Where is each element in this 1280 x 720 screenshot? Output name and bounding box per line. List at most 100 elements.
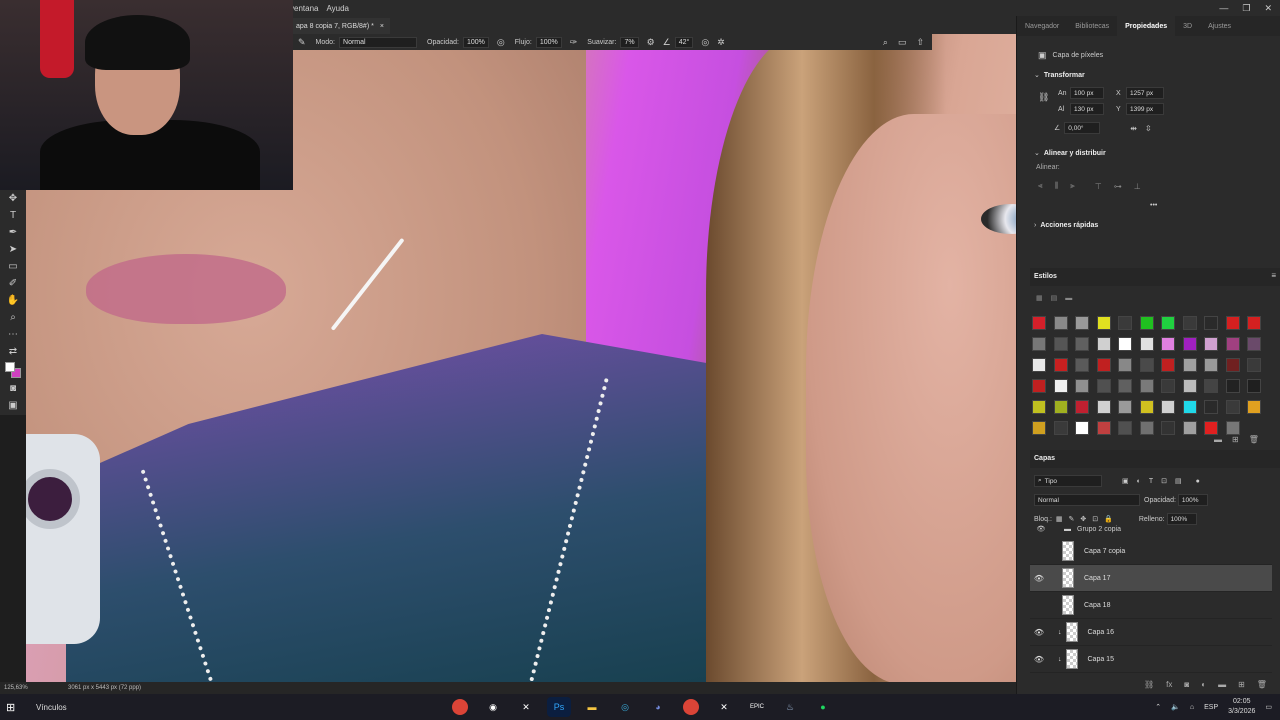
style-swatch[interactable] (1161, 400, 1175, 414)
lock-transparent-icon[interactable]: ▦ (1056, 515, 1063, 523)
maximize-button[interactable]: ❐ (1242, 3, 1250, 14)
opacity-input[interactable]: 100% (462, 36, 489, 48)
link-dimensions-icon[interactable]: ⛓ (1038, 92, 1049, 103)
align-middle-icon[interactable]: ⊶ (1114, 182, 1122, 191)
group-row[interactable]: 👁 ▬ Grupo 2 copia (1032, 524, 1272, 534)
style-swatch[interactable] (1204, 337, 1218, 351)
style-swatch[interactable] (1118, 337, 1132, 351)
style-swatch[interactable] (1096, 400, 1111, 414)
swap-colors-icon[interactable]: ⇄ (0, 343, 26, 360)
panel-menu-icon[interactable]: ≡ (1271, 271, 1276, 280)
pressure-size-icon[interactable]: ◎ (701, 37, 709, 48)
layer-row[interactable]: 👁 Capa 17 (1030, 565, 1272, 592)
notifications-icon[interactable]: ▭ (1265, 703, 1272, 711)
align-bottom-icon[interactable]: ⊥ (1134, 182, 1141, 191)
height-input[interactable]: 130 px (1070, 103, 1104, 115)
link-layers-icon[interactable]: ⛓ (1144, 680, 1154, 689)
layer-row[interactable]: 👁 ↓ Capa 16 (1030, 619, 1272, 646)
style-swatch[interactable] (1204, 316, 1218, 330)
width-input[interactable]: 100 px (1070, 87, 1104, 99)
style-swatch[interactable] (1139, 400, 1154, 414)
layer-opacity-input[interactable]: 100% (1177, 494, 1208, 506)
style-swatch[interactable] (1225, 337, 1240, 351)
style-swatch[interactable] (1118, 358, 1132, 372)
more-options-button[interactable]: ••• (1150, 202, 1157, 209)
filter-toggle-icon[interactable]: ● (1196, 478, 1200, 485)
epic-games-app-icon[interactable]: EPIC (745, 697, 769, 717)
quick-mask-icon[interactable]: ◙ (0, 380, 26, 397)
style-swatch[interactable] (1225, 421, 1240, 435)
lock-artboard-icon[interactable]: ⊡ (1092, 515, 1098, 523)
list-view-icon[interactable]: ▤ (1051, 294, 1058, 302)
trash-icon[interactable]: 🗑 (1249, 435, 1259, 444)
y-input[interactable]: 1399 px (1126, 103, 1164, 115)
discord-app-icon[interactable]: ◕ (646, 697, 670, 717)
style-swatch[interactable] (1032, 400, 1046, 414)
close-tab-icon[interactable]: × (380, 23, 384, 30)
align-left-icon[interactable]: ⫷ (1038, 181, 1043, 191)
style-swatch[interactable] (1247, 400, 1261, 414)
style-swatch[interactable] (1182, 421, 1197, 435)
language-indicator[interactable]: ESP (1204, 704, 1218, 711)
smoothing-input[interactable]: 7% (620, 36, 639, 48)
move-tool-icon[interactable]: ✥ (0, 190, 26, 207)
workspace-icon[interactable]: ▭ (898, 37, 907, 48)
airbrush-icon[interactable]: ✑ (570, 37, 578, 48)
flow-input[interactable]: 100% (535, 36, 562, 48)
style-swatch[interactable] (1139, 379, 1154, 393)
style-swatch[interactable] (1118, 400, 1132, 414)
foreground-color[interactable] (5, 362, 15, 372)
align-right-icon[interactable]: ⫸ (1070, 181, 1075, 191)
document-tab[interactable]: apa 8 copia 7, RGB/8#) * × (290, 18, 390, 34)
eyedropper-icon[interactable]: ✐ (0, 275, 26, 292)
rotation-input[interactable]: 0,00° (1064, 122, 1101, 134)
blend-mode-select[interactable]: Normal (1034, 494, 1140, 506)
flip-horizontal-icon[interactable]: ⇹ (1130, 124, 1137, 133)
filter-smart-icon[interactable]: ▤ (1175, 477, 1182, 485)
document-info[interactable]: 3061 px x 5443 px (72 ppp) (68, 685, 141, 691)
visibility-eye-icon[interactable]: 👁 (1032, 525, 1050, 533)
steam-app-icon[interactable]: ♨ (778, 697, 802, 717)
style-swatch[interactable] (1032, 379, 1046, 393)
search-icon[interactable]: ⌕ (883, 37, 888, 48)
filter-pixel-icon[interactable]: ▣ (1122, 477, 1129, 485)
share-icon[interactable]: ⇧ (916, 37, 924, 48)
tab-adjustments[interactable]: Ajustes (1200, 16, 1239, 36)
color-swatches[interactable] (5, 362, 21, 378)
style-swatch[interactable] (1139, 421, 1154, 435)
zoom-tool-icon[interactable]: ⌕ (0, 309, 26, 326)
rectangle-tool-icon[interactable]: ▭ (0, 258, 26, 275)
grid-view-icon[interactable]: ▦ (1036, 294, 1043, 302)
style-swatch[interactable] (1032, 358, 1046, 372)
layer-row[interactable]: 👁 ↓ Capa 15 (1030, 646, 1272, 673)
close-window-button[interactable]: ✕ (1264, 3, 1272, 14)
taskbar-links[interactable]: Vínculos (36, 703, 67, 712)
style-swatch[interactable] (1247, 358, 1261, 372)
style-swatch[interactable] (1182, 337, 1197, 351)
new-layer-icon[interactable]: ⊞ (1238, 680, 1245, 689)
layer-thumbnail[interactable] (1065, 622, 1078, 642)
folder-view-icon[interactable]: ▬ (1065, 295, 1072, 302)
style-swatch[interactable] (1204, 400, 1218, 414)
style-swatch[interactable] (1032, 421, 1046, 435)
visibility-eye-icon[interactable]: 👁 (1030, 574, 1048, 583)
style-swatch[interactable] (1075, 421, 1089, 435)
style-swatch[interactable] (1118, 316, 1132, 330)
new-style-icon[interactable]: ⊞ (1232, 435, 1239, 444)
tab-navigator[interactable]: Navegador (1017, 16, 1067, 36)
screen-mode-icon[interactable]: ▣ (0, 397, 26, 414)
style-swatch[interactable] (1225, 316, 1240, 330)
transform-header[interactable]: ⌄ Transformar (1034, 71, 1085, 80)
style-swatch[interactable] (1247, 379, 1261, 393)
style-swatch[interactable] (1247, 316, 1261, 330)
style-swatch[interactable] (1204, 421, 1218, 435)
x-input[interactable]: 1257 px (1126, 87, 1164, 99)
adjustment-layer-icon[interactable]: ◐ (1201, 680, 1206, 689)
style-swatch[interactable] (1225, 358, 1240, 372)
angle-input[interactable]: 42° (674, 36, 694, 48)
minimize-button[interactable]: — (1219, 3, 1228, 13)
style-swatch[interactable] (1118, 379, 1132, 393)
layer-thumbnail[interactable] (1065, 649, 1078, 669)
style-swatch[interactable] (1053, 400, 1068, 414)
layer-thumbnail[interactable] (1062, 541, 1074, 561)
